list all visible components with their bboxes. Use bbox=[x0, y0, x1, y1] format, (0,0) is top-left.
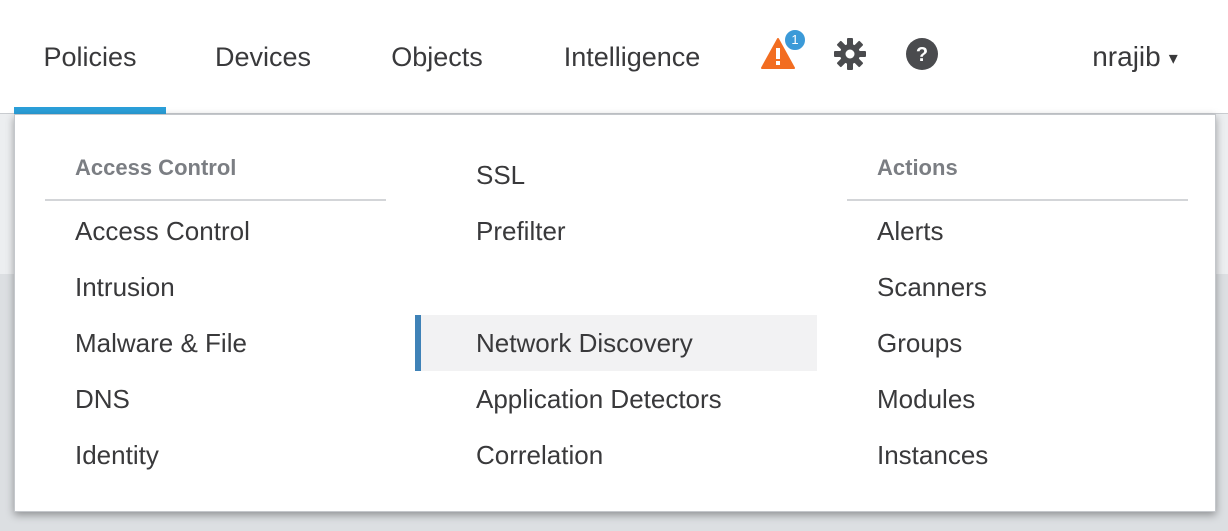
help-icon: ? bbox=[906, 38, 938, 70]
section-heading-actions: Actions bbox=[847, 155, 1188, 201]
section-heading-access-control: Access Control bbox=[45, 155, 386, 201]
tab-policies[interactable]: Policies bbox=[14, 0, 166, 114]
tab-intelligence[interactable]: Intelligence bbox=[540, 0, 724, 114]
menu-item-alerts[interactable]: Alerts bbox=[847, 203, 1188, 259]
menu-item-application-detectors[interactable]: Application Detectors bbox=[415, 371, 817, 427]
chevron-down-icon: ▾ bbox=[1168, 47, 1178, 68]
top-nav-bar: Policies Devices Objects Intelligence 1 bbox=[0, 0, 1228, 114]
menu-item-correlation[interactable]: Correlation bbox=[415, 427, 817, 483]
menu-item-groups[interactable]: Groups bbox=[847, 315, 1188, 371]
menu-item-intrusion[interactable]: Intrusion bbox=[45, 259, 386, 315]
tab-objects[interactable]: Objects bbox=[366, 0, 508, 114]
settings-button[interactable] bbox=[826, 30, 874, 78]
menu-item-dns[interactable]: DNS bbox=[45, 371, 386, 427]
menu-item-scanners[interactable]: Scanners bbox=[847, 259, 1188, 315]
svg-text:?: ? bbox=[916, 44, 928, 66]
menu-item-prefilter[interactable]: Prefilter bbox=[415, 203, 817, 259]
tab-devices[interactable]: Devices bbox=[190, 0, 336, 114]
menu-item-network-discovery[interactable]: Network Discovery bbox=[415, 315, 817, 371]
menu-item-modules[interactable]: Modules bbox=[847, 371, 1188, 427]
gear-icon bbox=[834, 38, 866, 70]
policies-dropdown-menu: Access Control Access Control Intrusion … bbox=[14, 114, 1216, 512]
menu-item-identity[interactable]: Identity bbox=[45, 427, 386, 483]
user-menu[interactable]: nrajib ▾ bbox=[1070, 0, 1200, 114]
username-label: nrajib bbox=[1092, 41, 1161, 72]
menu-item-malware-file[interactable]: Malware & File bbox=[45, 315, 386, 371]
menu-item-access-control[interactable]: Access Control bbox=[45, 203, 386, 259]
help-button[interactable]: ? bbox=[898, 30, 946, 78]
alert-count-badge: 1 bbox=[783, 28, 807, 52]
menu-item-ssl[interactable]: SSL bbox=[415, 147, 817, 203]
alerts-button[interactable]: 1 bbox=[754, 28, 807, 78]
menu-item-instances[interactable]: Instances bbox=[847, 427, 1188, 483]
